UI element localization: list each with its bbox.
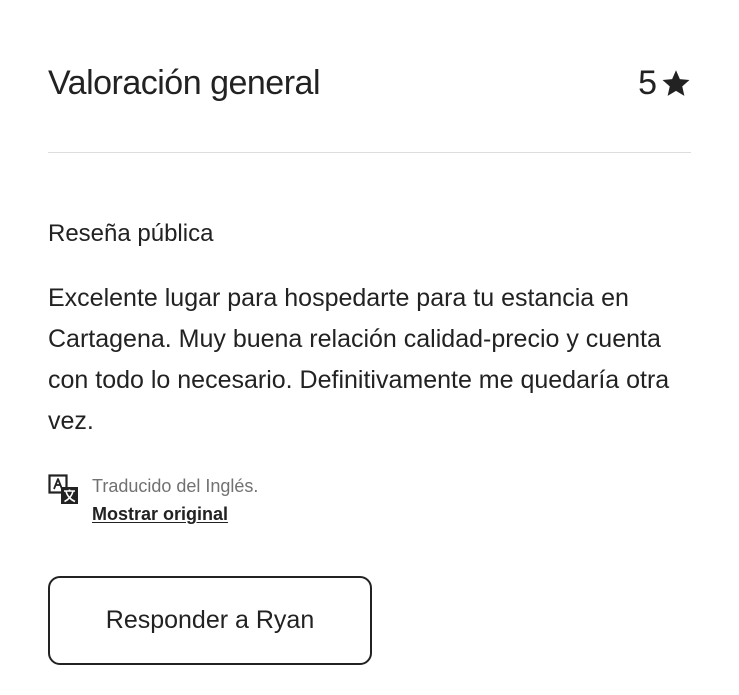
- overall-rating-header: Valoración general 5: [48, 60, 691, 106]
- star-icon: [661, 68, 691, 98]
- translation-text: Traducido del Inglés. Mostrar original: [92, 474, 258, 526]
- overall-rating-value: 5: [638, 64, 691, 103]
- public-review-title: Reseña pública: [48, 220, 214, 247]
- translate-icon: [48, 474, 80, 506]
- show-original-link[interactable]: Mostrar original: [92, 502, 258, 526]
- section-divider: [48, 152, 691, 153]
- reply-button[interactable]: Responder a Ryan: [48, 576, 372, 665]
- translated-from-label: Traducido del Inglés.: [92, 476, 259, 496]
- rating-number: 5: [638, 63, 657, 102]
- public-review-text: Excelente lugar para hospedarte para tu …: [48, 284, 670, 435]
- translation-notice: Traducido del Inglés. Mostrar original: [48, 474, 258, 526]
- overall-rating-title: Valoración general: [48, 63, 321, 102]
